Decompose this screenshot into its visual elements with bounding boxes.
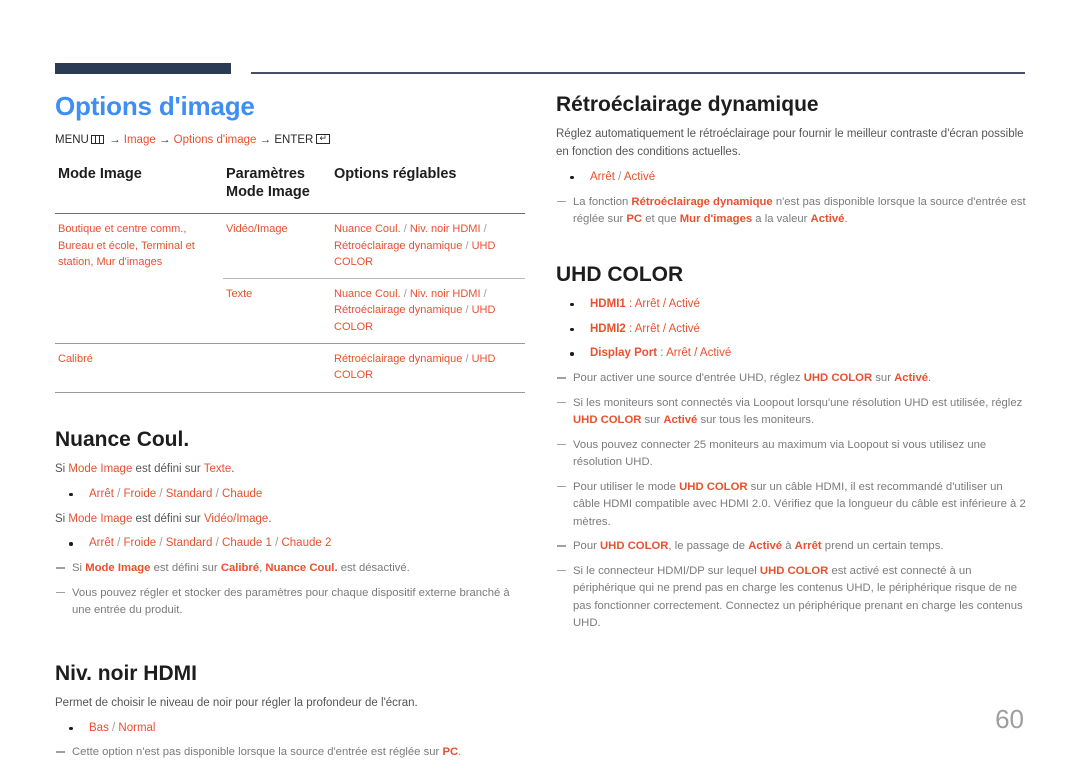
cell-setting [223, 342, 331, 392]
uhd-note-6: Si le connecteur HDMI/DP sur lequel UHD … [556, 563, 1026, 633]
table-header-options-reglables: Options réglables [334, 166, 457, 183]
header-rule-thin [251, 72, 1025, 74]
cell-options: Nuance Coul. / Niv. noir HDMI / Rétroécl… [331, 278, 525, 344]
uhd-bullet-displayport-value: Arrêt / Activé [666, 347, 732, 360]
uhd-note-3: Vous pouvez connecter 25 moniteurs au ma… [556, 437, 1026, 472]
path-item-image[interactable]: Image [124, 134, 156, 146]
nuance-bullet-1: Arrêt / Froide / Standard / Chaude [55, 486, 525, 504]
path-arrow-3: → [259, 133, 272, 146]
image-mode-table: Mode Image Paramètres Mode Image Options… [55, 165, 525, 392]
menu-label: MENU [55, 133, 89, 146]
cell-setting: Texte [223, 278, 331, 344]
uhd-bullet-displayport: Display Port : Arrêt / Activé [556, 345, 1026, 363]
uhd-bullet-hdmi2-value: Arrêt / Activé [634, 322, 700, 335]
path-arrow-1: → [109, 133, 121, 146]
menu-path-breadcrumb: MENU → Image → Options d'image → ENTER ↵ [55, 132, 525, 149]
table-row: Calibré Rétroéclairage dynamique / UHD C… [55, 342, 525, 392]
uhd-note-5: Pour UHD COLOR, le passage de Activé à A… [556, 538, 1026, 556]
uhd-note-1: Pour activer une source d'entrée UHD, ré… [556, 370, 1026, 388]
hdmi-black-bullet-1: Bas / Normal [55, 720, 525, 738]
uhd-bullet-displayport-label: Display Port [590, 347, 658, 360]
table-header-line2: Mode Image [226, 184, 310, 201]
uhd-bullet-hdmi1: HDMI1 : Arrêt / Activé [556, 296, 1026, 314]
cell-setting: Vidéo/Image [223, 213, 331, 279]
menu-grid-icon [90, 134, 104, 144]
table-row: Boutique et centre comm., Bureau et écol… [55, 213, 525, 344]
backlight-note-1: La fonction Rétroéclairage dynamique n'e… [556, 194, 1026, 229]
right-column: Rétroéclairage dynamique Réglez automati… [556, 92, 1026, 640]
nuance-line-1: Si Mode Image est défini sur Texte. [55, 462, 235, 475]
table-header-line1: Paramètres [226, 166, 305, 183]
uhd-note-4: Pour utiliser le mode UHD COLOR sur un c… [556, 479, 1026, 532]
table-header-mode-image: Mode Image [58, 166, 142, 183]
uhd-bullet-hdmi2-label: HDMI2 [590, 322, 626, 335]
hdmi-black-note-1: Cette option n'est pas disponible lorsqu… [55, 744, 525, 762]
table-header-row: Mode Image Paramètres Mode Image Options… [55, 165, 525, 214]
page-number: 60 [995, 704, 1024, 734]
nuance-line-2: Si Mode Image est défini sur Vidéo/Image… [55, 512, 272, 525]
backlight-bullet-1: Arrêt / Activé [556, 169, 1026, 187]
path-item-options-dimage[interactable]: Options d'image [174, 134, 257, 146]
uhd-bullet-hdmi2: HDMI2 : Arrêt / Activé [556, 321, 1026, 339]
section-title-retroeclairage-dynamique: Rétroéclairage dynamique [556, 93, 819, 116]
uhd-note-2: Si les moniteurs sont connectés via Loop… [556, 395, 1026, 430]
left-column: Options d'image MENU → Image → Options d… [55, 91, 525, 769]
cell-mode-image: Calibré [55, 342, 223, 392]
enter-label: ENTER [274, 133, 314, 146]
cell-mode-image: Boutique et centre comm., Bureau et écol… [55, 213, 223, 344]
hdmi-black-description: Permet de choisir le niveau de noir pour… [55, 696, 418, 709]
nuance-note-1: Si Mode Image est défini sur Calibré, Nu… [55, 560, 525, 578]
cell-options: Rétroéclairage dynamique / UHD COLOR [331, 342, 525, 392]
cell-options: Nuance Coul. / Niv. noir HDMI / Rétroécl… [331, 213, 525, 279]
uhd-bullet-hdmi1-label: HDMI1 [590, 297, 626, 310]
path-arrow-2: → [158, 133, 171, 146]
header-rule-thick [55, 63, 231, 74]
nuance-bullet-2: Arrêt / Froide / Standard / Chaude 1 / C… [55, 535, 525, 553]
header-rule [55, 63, 1025, 75]
section-title-niv-noir-hdmi: Niv. noir HDMI [55, 661, 197, 685]
section-title-nuance-coul: Nuance Coul. [55, 427, 190, 451]
section-title-uhd-color: UHD COLOR [556, 262, 684, 286]
backlight-description: Réglez automatiquement le rétroéclairage… [556, 128, 1024, 158]
uhd-bullet-hdmi1-value: Arrêt / Activé [634, 297, 700, 310]
nuance-note-2: Vous pouvez régler et stocker des paramè… [55, 585, 525, 620]
table-header-parametres-mode-image: Paramètres Mode Image [223, 165, 331, 214]
page-title: Options d'image [55, 91, 255, 121]
enter-key-icon: ↵ [316, 133, 331, 144]
